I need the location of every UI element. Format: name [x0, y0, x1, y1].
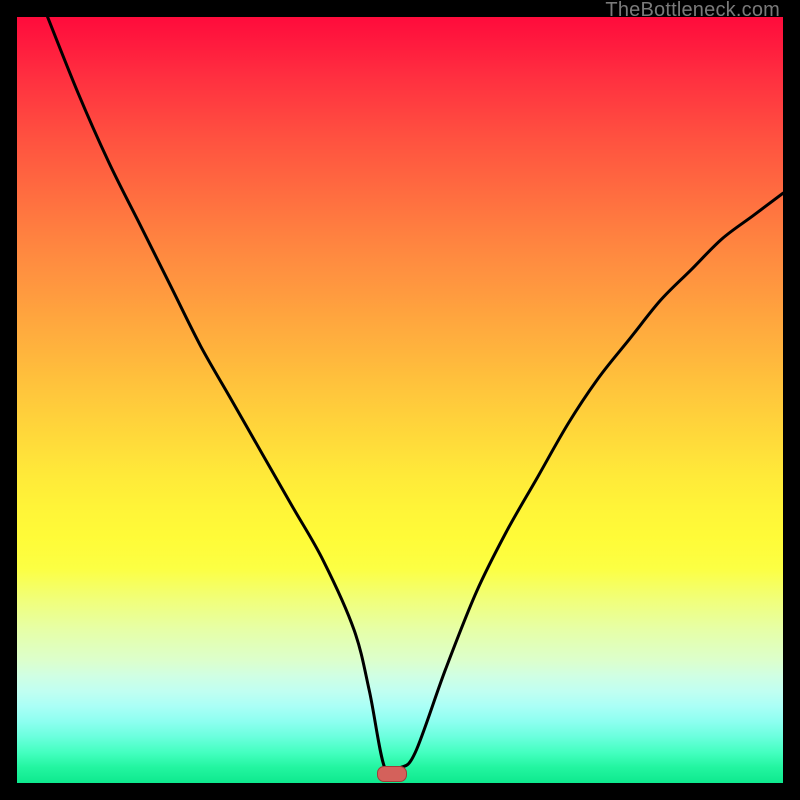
chart-gradient-background [17, 17, 783, 783]
optimum-marker [377, 766, 407, 782]
chart-frame [17, 17, 783, 783]
